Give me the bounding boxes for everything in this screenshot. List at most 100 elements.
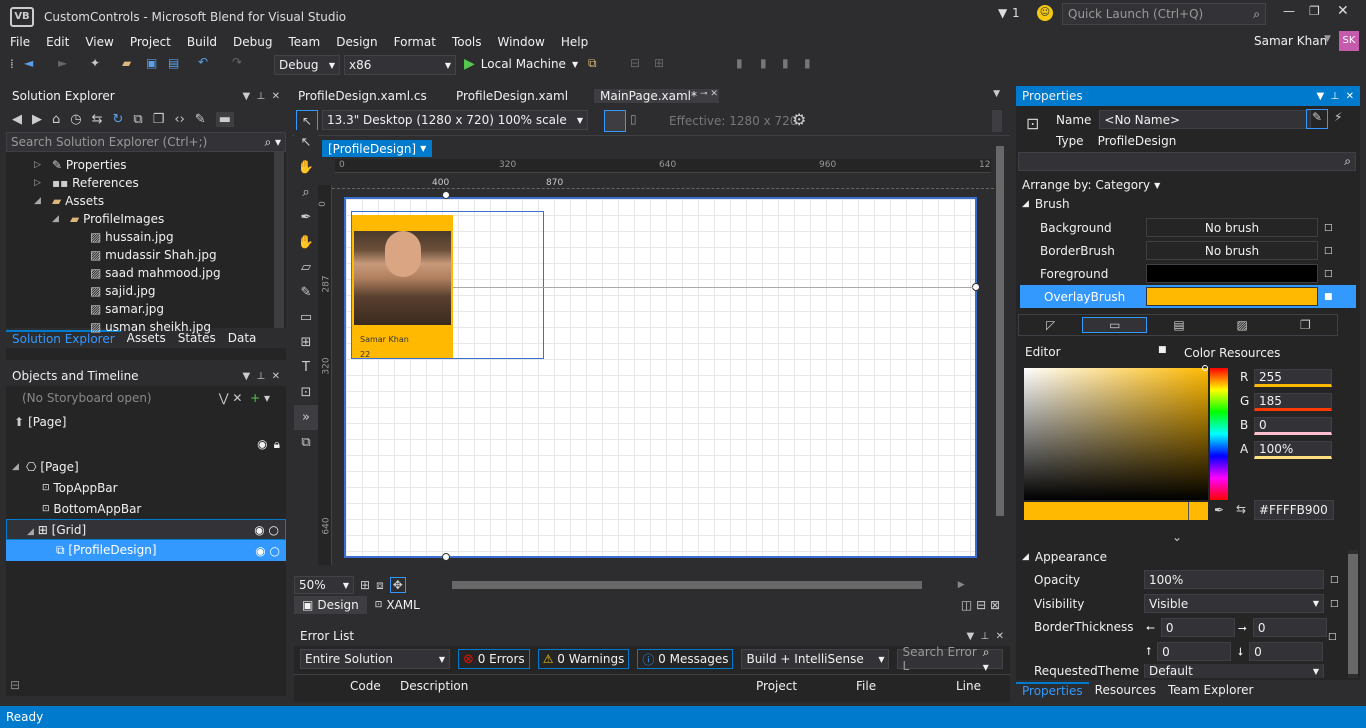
column-file[interactable]: File xyxy=(856,679,876,693)
new-project-icon[interactable]: ✦ xyxy=(90,56,100,70)
direct-select-icon[interactable]: ↖ xyxy=(294,130,318,155)
open-folder-icon[interactable]: ▰ xyxy=(122,56,131,70)
tab-team-explorer[interactable]: Team Explorer xyxy=(1162,683,1260,697)
profile-card[interactable]: Samar Khan 22 xyxy=(352,215,453,359)
bookmark-clear-icon[interactable]: ▮ xyxy=(804,56,811,70)
tree-item[interactable]: ◢ ▰ ProfileImages xyxy=(6,210,286,228)
user-dropdown-icon[interactable]: ▼ xyxy=(1324,34,1331,44)
tab-pin-icon[interactable]: ⊸ ✕ xyxy=(694,89,724,99)
advanced-options-icon[interactable]: □ xyxy=(1330,599,1339,609)
split-view-icons[interactable]: ◫ ⊟ ⊠ xyxy=(961,598,1000,612)
error-search-input[interactable]: Search Error L ⌕ ▾ xyxy=(897,645,1004,674)
brush-value[interactable]: No brush xyxy=(1146,218,1318,237)
tree-item[interactable]: ▷ ▪▪ References xyxy=(6,174,286,192)
advanced-options-icon[interactable]: □ xyxy=(1330,575,1339,585)
sync-icon[interactable]: ⇆ xyxy=(92,112,103,127)
g-input[interactable]: 185 xyxy=(1254,393,1332,411)
recent-asset-icon[interactable]: ⧉ xyxy=(294,430,318,455)
warnings-filter-button[interactable]: ⚠ 0 Warnings xyxy=(537,649,630,669)
tree-item[interactable]: ◢ ⎔ [Page] xyxy=(6,456,286,477)
snap-grid-icon[interactable]: ⧈ xyxy=(376,578,384,593)
menu-project[interactable]: Project xyxy=(122,35,179,49)
solution-search-input[interactable]: Search Solution Explorer (Ctrl+;) ⌕ ▾ xyxy=(6,132,286,152)
control-icon[interactable]: ⊡ xyxy=(294,380,318,405)
tree-item[interactable]: ⧉ [ProfileDesign] ◉ ○ xyxy=(6,540,286,561)
device-settings-gear-icon[interactable]: ⚙ xyxy=(792,110,806,129)
a-input[interactable]: 100% xyxy=(1254,441,1332,459)
close-button[interactable]: ✕ xyxy=(1337,3,1349,19)
menu-window[interactable]: Window xyxy=(490,35,553,49)
margin-handle-bottom[interactable] xyxy=(442,553,450,561)
menu-file[interactable]: File xyxy=(0,35,38,49)
color-picker-handle[interactable] xyxy=(1202,365,1208,371)
run-button[interactable]: ▶ Local Machine ▼ xyxy=(464,56,578,72)
gradient-brush-icon[interactable]: ▤ xyxy=(1147,318,1210,332)
menu-design[interactable]: Design xyxy=(328,35,385,49)
save-all-icon[interactable]: ▤ xyxy=(168,56,179,70)
device-dropdown[interactable]: 13.3" Desktop (1280 x 720) 100% scale ▼ xyxy=(322,110,588,130)
snap-lines-icon[interactable]: ✥ xyxy=(389,577,406,593)
tab-resources[interactable]: Resources xyxy=(1089,683,1162,697)
properties-wrench-icon[interactable]: ✎ xyxy=(195,112,206,127)
textblock-icon[interactable]: T xyxy=(294,355,318,380)
lock-icon[interactable]: 🔒︎ xyxy=(274,437,280,452)
name-input[interactable]: <No Name> xyxy=(1099,110,1312,129)
hex-input[interactable]: #FFFFB900 xyxy=(1254,500,1334,520)
distribute-icon[interactable]: ⊞ xyxy=(654,56,664,70)
tree-item[interactable]: ⊡ BottomAppBar xyxy=(6,498,286,519)
hscroll-thumb[interactable] xyxy=(451,581,922,589)
tab-design[interactable]: ▣ Design xyxy=(294,596,367,614)
assets-chevron-icon[interactable]: » xyxy=(294,405,318,430)
visibility-dropdown[interactable]: Visible ▼ xyxy=(1144,594,1324,613)
designer-scroll-up[interactable] xyxy=(992,110,1002,132)
history-icon[interactable]: ◷ xyxy=(70,112,81,127)
tab-overflow-icon[interactable]: ▼ xyxy=(987,89,1006,99)
tab-properties[interactable]: Properties xyxy=(1016,682,1089,698)
restore-button[interactable]: ❐ xyxy=(1309,4,1320,18)
user-name[interactable]: Samar Khan xyxy=(1254,34,1327,48)
design-artboard[interactable]: Samar Khan 22 xyxy=(344,191,980,561)
r-input[interactable]: 255 xyxy=(1254,369,1332,387)
avatar[interactable]: SK xyxy=(1339,31,1359,51)
scope-up-button[interactable]: ⬆ [Page] xyxy=(6,410,286,434)
properties-wrench-button[interactable]: ✎ xyxy=(1306,109,1328,129)
refresh-icon[interactable]: ↻ xyxy=(113,112,124,127)
advanced-options-icon[interactable]: ■ xyxy=(1324,292,1333,302)
selection-tool-icon[interactable]: ↖ xyxy=(296,110,318,132)
platform-dropdown[interactable]: x86 ▼ xyxy=(344,55,456,75)
tile-brush-icon[interactable]: ▨ xyxy=(1211,318,1274,332)
brush-value[interactable] xyxy=(1146,287,1318,306)
properties-search-input[interactable]: ⌕ xyxy=(1018,152,1356,171)
editor-tab[interactable]: Editor xyxy=(1025,345,1061,359)
tree-item[interactable]: ▷ ✎ Properties xyxy=(6,156,286,174)
errors-filter-button[interactable]: ⊗ 0 Errors xyxy=(458,649,530,669)
redo-icon[interactable]: ↷ xyxy=(232,55,242,69)
tree-item[interactable]: ▨ mudassir Shah.jpg xyxy=(6,246,286,264)
hscroll-right-icon[interactable]: ▶ xyxy=(958,580,965,590)
rectangle-icon[interactable]: ▭ xyxy=(294,305,318,330)
vscroll-thumb[interactable] xyxy=(996,146,1004,516)
column-line[interactable]: Line xyxy=(956,679,981,693)
border-bottom-field[interactable]: ⭣ 0 xyxy=(1238,642,1324,661)
pin-preview-icon[interactable]: ▬ xyxy=(215,111,234,127)
save-icon[interactable]: ▣ xyxy=(146,56,157,70)
notification-flag-icon[interactable]: ▼ xyxy=(998,6,1007,20)
solid-brush-icon[interactable]: ▭ xyxy=(1082,317,1148,333)
bookmark-next-icon[interactable]: ▮ xyxy=(782,56,789,70)
menu-view[interactable]: View xyxy=(77,35,121,49)
eye-icon[interactable]: ◉ ○ xyxy=(254,523,279,537)
configuration-dropdown[interactable]: Debug ▼ xyxy=(274,55,340,75)
forward-icon[interactable]: ► xyxy=(58,56,67,70)
margin-handle-right[interactable] xyxy=(972,283,980,291)
hue-slider[interactable] xyxy=(1210,368,1228,500)
undo-icon[interactable]: ↶ xyxy=(198,55,208,69)
align-icon[interactable]: ⊟ xyxy=(630,56,640,70)
menu-team[interactable]: Team xyxy=(280,35,328,49)
zoom-icon[interactable]: ⌕ xyxy=(294,180,318,205)
brush-row-foreground[interactable]: Foreground □ xyxy=(1016,262,1360,285)
advanced-options-icon[interactable]: □ xyxy=(1324,246,1333,256)
b-input[interactable]: 0 xyxy=(1254,417,1332,435)
border-right-field[interactable]: ⭢ 0 xyxy=(1238,618,1327,637)
brush-value[interactable]: No brush xyxy=(1146,241,1318,260)
breadcrumb[interactable]: [ProfileDesign] ▼ xyxy=(322,140,433,157)
